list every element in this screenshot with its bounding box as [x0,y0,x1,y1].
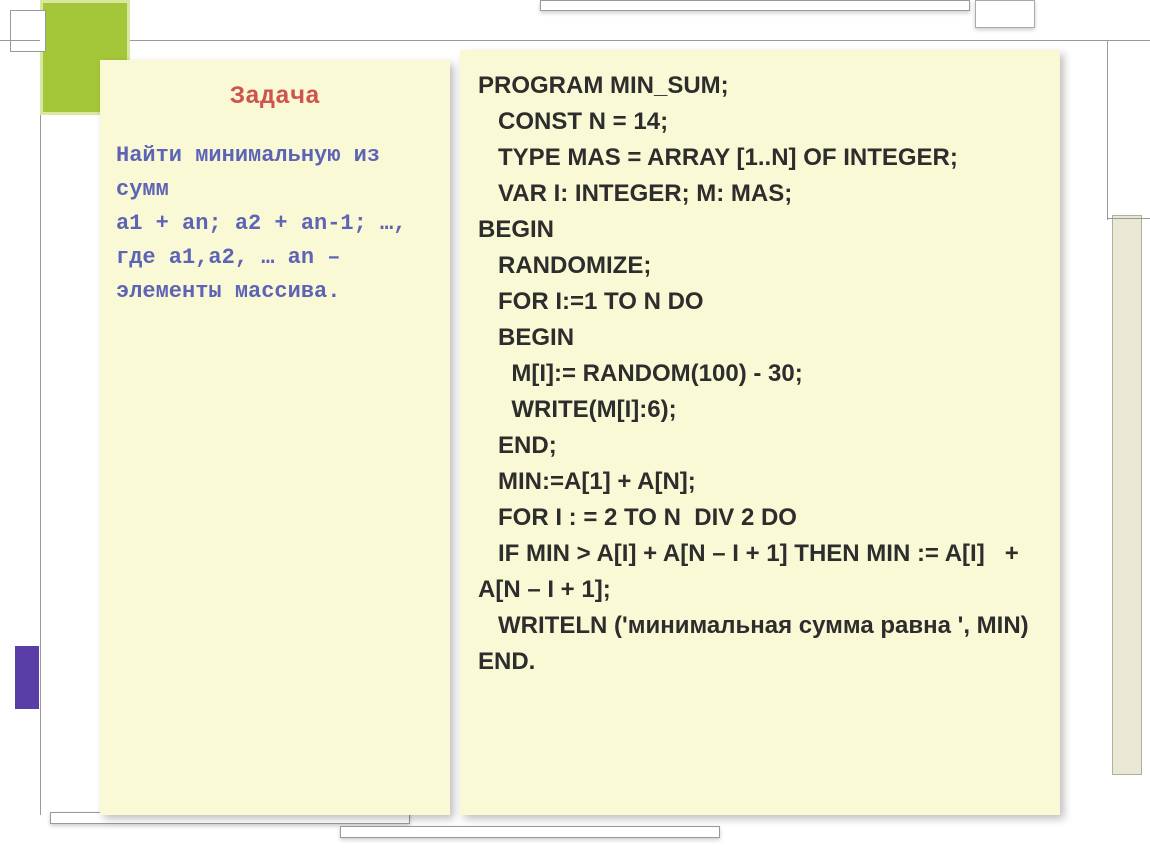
code-line: ', min) [958,612,1029,639]
code-line: type mas = array [1..n] of integer; [478,144,958,171]
code-line: var i: integer; m: mas; [478,180,792,207]
code-line: end. [478,648,535,675]
decorative-bar-top [540,0,970,11]
code-line: for i:=1 to n do [478,288,704,315]
task-card: Задача Найти минимальную из сумм a1 + an… [100,60,450,815]
code-line: program min_sum; [478,72,729,99]
decorative-column-right [1112,215,1142,775]
code-line: const n = 14; [478,108,668,135]
code-line: for i : = 2 to n div 2 do [478,504,797,531]
decorative-box-top-right [975,0,1035,28]
code-line: m[i]:= random(100) - 30; [478,360,803,387]
code-line: end; [478,432,557,459]
decorative-box-purple [14,645,40,710]
frame-line [40,115,41,815]
task-line: a1 + an; a2 + an-1; …, где a1,a2, … an –… [116,211,406,304]
frame-line [130,40,1150,41]
code-card: program min_sum; const n = 14; type mas … [460,50,1060,815]
decorative-box-white [10,10,46,52]
code-string-literal: минимальная сумма равна [628,612,958,639]
frame-line [1107,40,1108,220]
decorative-bar-bottom-2 [340,826,720,838]
code-line: begin [478,324,574,351]
frame-line [1108,218,1150,219]
task-heading: Задача [116,82,434,111]
code-line: writeln (' [478,612,628,639]
task-line: Найти минимальную из сумм [116,143,380,202]
code-line: write(m[i]:6); [478,396,677,423]
code-line: if min > a[i] + a[n – i + 1] then min :=… [478,540,1025,603]
code-line: begin [478,216,554,243]
code-line: min:=a[1] + a[n]; [478,468,696,495]
frame-line [0,40,40,41]
task-body: Найти минимальную из сумм a1 + an; a2 + … [116,139,434,309]
code-body: program min_sum; const n = 14; type mas … [478,68,1042,680]
code-line: randomize; [478,252,651,279]
